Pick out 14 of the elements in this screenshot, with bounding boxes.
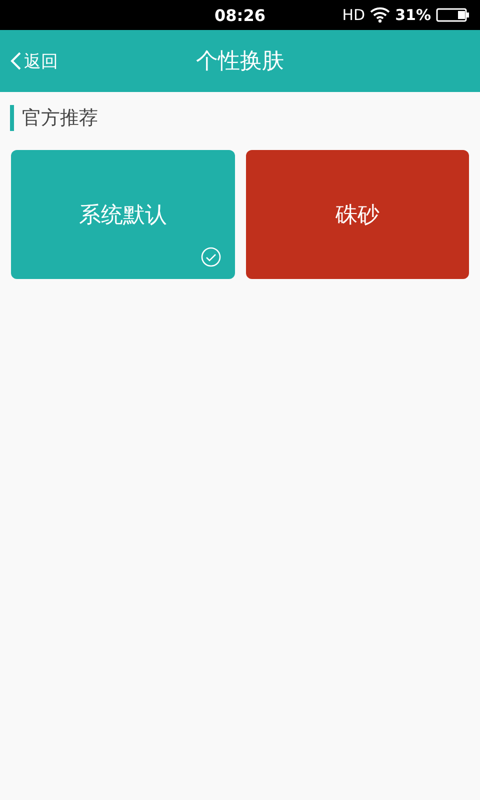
battery-percent: 31%: [395, 6, 431, 24]
status-time: 08:26: [214, 6, 266, 24]
wifi-icon: [370, 7, 390, 23]
check-icon: [200, 247, 220, 267]
skin-name: 硃砂: [335, 202, 380, 230]
section-title: 官方推荐: [22, 106, 98, 131]
network-label: HD: [342, 6, 366, 24]
skin-card[interactable]: 系统默认: [11, 150, 234, 279]
skin-name: 系统默认: [78, 202, 167, 230]
page-title: 个性换肤: [196, 48, 284, 76]
chevron-left-icon: [10, 51, 22, 71]
skin-card[interactable]: 硃砂: [246, 150, 469, 279]
battery-icon: [436, 7, 470, 23]
back-button[interactable]: 返回: [0, 50, 58, 72]
